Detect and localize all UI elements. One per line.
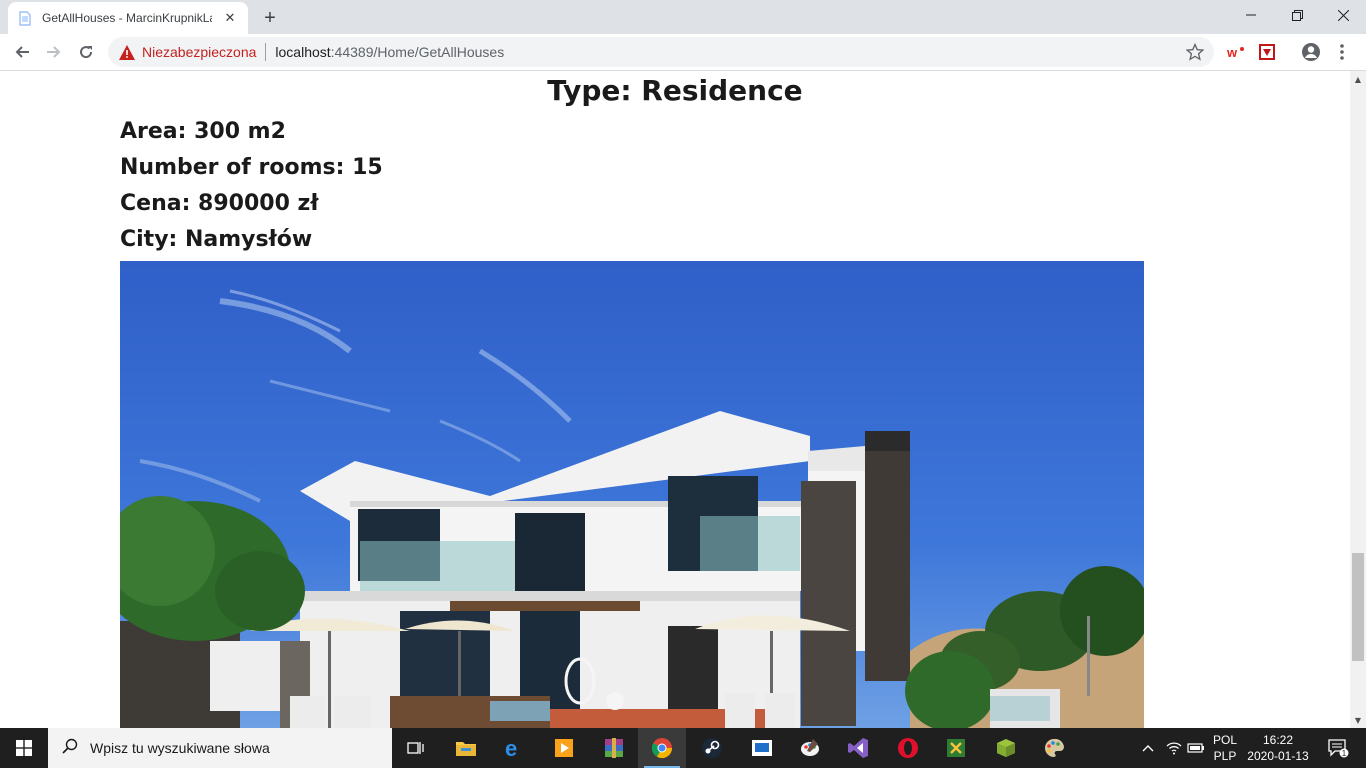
notification-icon[interactable]: 1 (1318, 728, 1358, 768)
steam-icon[interactable] (688, 728, 736, 768)
browser-tabstrip: GetAllHouses - MarcinKrupnikLab ✕ + (0, 0, 1366, 34)
svg-text:e: e (505, 737, 517, 759)
windows-taskbar: Wpisz tu wyszukiwane słowa e POL PLP 16:… (0, 728, 1366, 768)
paint-palette-icon[interactable] (1030, 728, 1078, 768)
svg-text:w: w (1227, 45, 1238, 59)
url-path: :44389/Home/GetAllHouses (330, 44, 505, 60)
divider (265, 43, 267, 61)
windows-start-icon[interactable] (0, 728, 48, 768)
mcafee-icon[interactable] (1257, 42, 1277, 62)
chrome-icon[interactable] (638, 728, 686, 768)
opera-icon[interactable] (884, 728, 932, 768)
page-viewport: Type: Residence Area: 300 m2 Number of r… (0, 71, 1350, 728)
wifi-icon[interactable] (1162, 728, 1186, 768)
house-city: City: Namysłów (120, 227, 313, 252)
window-close-icon[interactable] (1320, 0, 1366, 30)
lang-top: POL (1212, 733, 1237, 747)
clock-time: 16:22 (1262, 733, 1293, 747)
winrar-icon[interactable] (590, 728, 638, 768)
search-icon (62, 738, 78, 758)
warning-icon[interactable] (118, 43, 136, 61)
back-arrow-icon[interactable] (8, 38, 36, 66)
house-photo (120, 261, 1144, 728)
clock[interactable]: 16:22 2020-01-13 (1244, 728, 1312, 768)
task-view-icon[interactable] (392, 728, 440, 768)
account-icon[interactable] (1301, 42, 1321, 62)
chevron-up-icon[interactable] (1138, 728, 1158, 768)
house-area: Area: 300 m2 (120, 119, 286, 144)
notification-count: 1 (1342, 749, 1347, 758)
scroll-down-arrow[interactable]: ▼ (1350, 712, 1366, 728)
scroll-thumb[interactable] (1352, 553, 1364, 661)
tab-title: GetAllHouses - MarcinKrupnikLab (42, 11, 212, 25)
plus-icon[interactable]: + (258, 6, 282, 30)
reload-icon[interactable] (72, 38, 100, 66)
file-explorer-icon[interactable] (442, 728, 490, 768)
house-price: Cena: 890000 zł (120, 191, 319, 216)
url-text[interactable]: localhost:44389/Home/GetAllHouses (275, 44, 504, 60)
url-host: localhost (275, 44, 331, 60)
browser-tab-getallhouses[interactable]: GetAllHouses - MarcinKrupnikLab ✕ (8, 2, 248, 34)
lang-bottom: PLP (1213, 749, 1237, 763)
restore-icon[interactable] (1274, 0, 1320, 30)
security-status[interactable]: Niezabezpieczona (142, 44, 256, 60)
language-indicator[interactable]: POL PLP (1208, 728, 1242, 768)
app-icon[interactable] (738, 728, 786, 768)
battery-icon[interactable] (1186, 728, 1206, 768)
page-icon (18, 10, 32, 26)
clock-date: 2020-01-13 (1247, 749, 1309, 763)
visual-studio-icon[interactable] (834, 728, 882, 768)
paint-icon[interactable] (786, 728, 834, 768)
forward-arrow-icon[interactable] (40, 38, 68, 66)
house-rooms: Number of rooms: 15 (120, 155, 383, 180)
excel-icon[interactable] (932, 728, 980, 768)
vertical-scrollbar[interactable]: ▲ ▼ (1350, 71, 1366, 728)
media-player-icon[interactable] (540, 728, 588, 768)
minecraft-icon[interactable] (982, 728, 1030, 768)
star-icon[interactable] (1185, 42, 1205, 61)
browser-toolbar: Niezabezpieczona localhost:44389/Home/Ge… (0, 34, 1366, 71)
taskbar-search-box[interactable]: Wpisz tu wyszukiwane słowa (48, 728, 392, 768)
close-icon[interactable]: ✕ (222, 10, 238, 26)
search-placeholder: Wpisz tu wyszukiwane słowa (90, 740, 270, 756)
address-bar[interactable]: Niezabezpieczona localhost:44389/Home/Ge… (108, 37, 1214, 67)
menu-dots-icon[interactable] (1332, 42, 1352, 62)
scroll-up-arrow[interactable]: ▲ (1350, 71, 1366, 87)
minimize-icon[interactable] (1228, 0, 1274, 30)
wykop-icon[interactable]: w (1226, 42, 1246, 62)
edge-icon[interactable]: e (490, 728, 538, 768)
house-type-heading: Type: Residence (547, 74, 803, 107)
